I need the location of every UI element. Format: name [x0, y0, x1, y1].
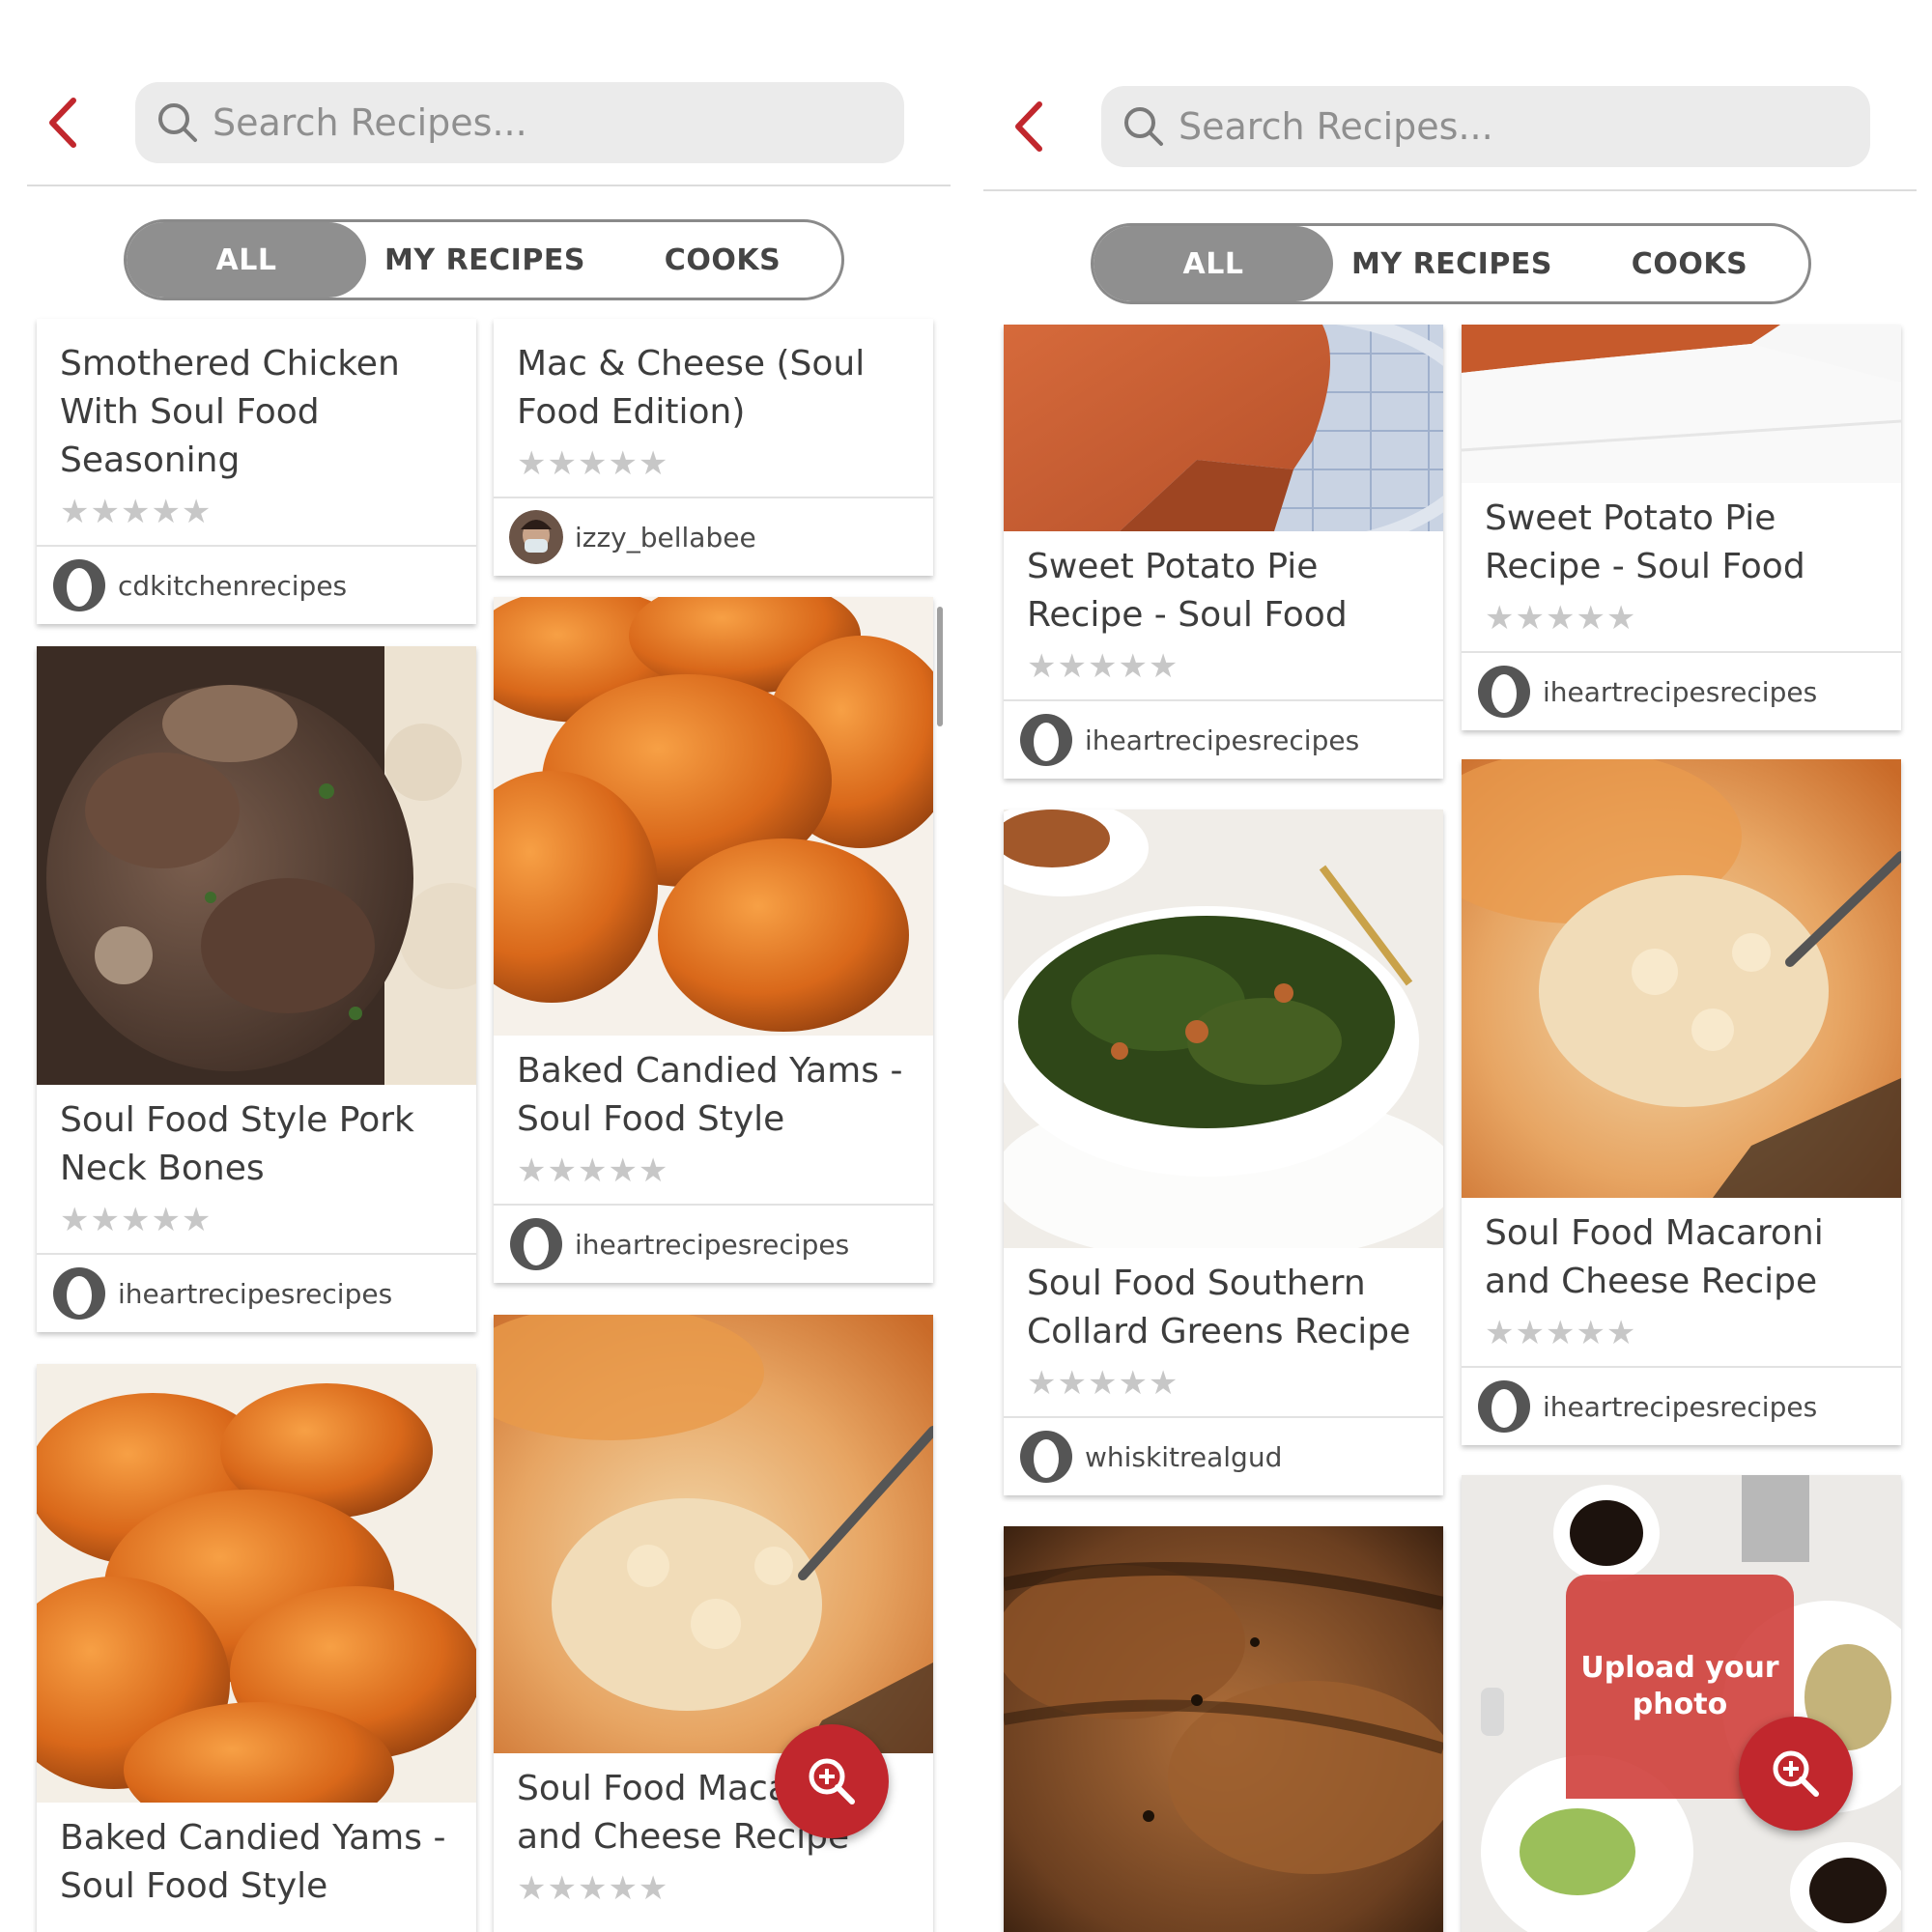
- upload-photo-label: Upload your photo: [1580, 1651, 1779, 1721]
- header-divider: [983, 189, 1917, 191]
- rating-stars: ★★★★★: [1485, 1315, 1637, 1351]
- rating-stars: ★★★★★: [1027, 1365, 1179, 1402]
- author-row[interactable]: izzy_bellabee: [494, 497, 933, 576]
- author-row[interactable]: iheartrecipesrecipes: [1462, 1366, 1901, 1445]
- tab-all[interactable]: ALL: [127, 222, 366, 298]
- zoom-fab-button[interactable]: [775, 1724, 889, 1838]
- recipe-card[interactable]: Mac & Cheese (Soul Food Edition) ★★★★★ i…: [494, 319, 933, 576]
- rating-stars: ★★★★★: [517, 445, 669, 482]
- author-row[interactable]: iheartrecipesrecipes: [494, 1204, 933, 1283]
- search-input[interactable]: [213, 101, 792, 144]
- recipe-card[interactable]: Sweet Potato Pie Recipe - Soul Food ★★★★…: [1004, 325, 1443, 779]
- rating-stars: ★★★★★: [517, 1870, 669, 1907]
- avatar-icon: [1019, 1430, 1073, 1484]
- back-button[interactable]: [1005, 93, 1053, 160]
- tab-all[interactable]: ALL: [1094, 226, 1333, 301]
- zoom-in-icon: [809, 1758, 855, 1804]
- avatar-icon: [1477, 665, 1531, 719]
- zoom-fab-button[interactable]: [1739, 1717, 1853, 1831]
- recipe-card[interactable]: [1004, 1526, 1443, 1932]
- recipe-title: Mac & Cheese (Soul Food Edition): [517, 344, 866, 432]
- recipe-title: Soul Food Macaroni and Cheese Recipe: [1485, 1213, 1824, 1301]
- top-bar: [966, 0, 1932, 184]
- recipe-card[interactable]: Soul Food Style Pork Neck Bones ★★★★★ ih…: [37, 646, 476, 1332]
- author-name: iheartrecipesrecipes: [1085, 724, 1360, 756]
- recipe-photo: [1004, 810, 1443, 1248]
- recipe-card[interactable]: Soul Food Macaroni and Cheese Recipe ★★★…: [494, 1315, 933, 1932]
- author-name: iheartrecipesrecipes: [118, 1277, 393, 1310]
- rating-stars: ★★★★★: [60, 1202, 213, 1238]
- author-name: whiskitrealgud: [1085, 1440, 1283, 1473]
- recipe-photo: [1004, 325, 1443, 531]
- right-screen: ALL MY RECIPES COOKS Sweet Potato Pie Re…: [966, 0, 1932, 1932]
- avatar-icon: [1477, 1379, 1531, 1434]
- recipe-title: Baked Candied Yams - Soul Food Style: [60, 1818, 446, 1906]
- author-name: iheartrecipesrecipes: [1543, 1390, 1818, 1423]
- recipe-card[interactable]: Soul Food Southern Collard Greens Recipe…: [1004, 810, 1443, 1495]
- recipe-photo: [1004, 1526, 1443, 1932]
- author-row[interactable]: iheartrecipesrecipes: [1462, 651, 1901, 730]
- rating-stars: ★★★★★: [1485, 600, 1637, 637]
- recipe-title: Sweet Potato Pie Recipe - Soul Food: [1485, 498, 1805, 586]
- scrollbar[interactable]: [937, 607, 943, 726]
- recipe-title: Baked Candied Yams - Soul Food Style: [517, 1051, 903, 1139]
- search-bar[interactable]: [135, 82, 904, 163]
- recipe-title: Soul Food Southern Collard Greens Recipe: [1027, 1264, 1411, 1351]
- recipe-photo: [37, 1364, 476, 1803]
- avatar-icon: [52, 558, 106, 612]
- upload-photo-card[interactable]: Upload your photo: [1462, 1475, 1901, 1932]
- recipe-title: Smothered Chicken With Soul Food Seasoni…: [60, 344, 400, 480]
- author-name: iheartrecipesrecipes: [1543, 675, 1818, 708]
- search-icon: [158, 103, 197, 142]
- back-button[interactable]: [39, 89, 87, 156]
- recipe-photo: [494, 1315, 933, 1753]
- avatar-icon: [509, 1217, 563, 1271]
- recipe-photo: [1462, 325, 1901, 483]
- rating-stars: ★★★★★: [60, 494, 213, 530]
- recipe-photo: [494, 597, 933, 1036]
- tab-my-recipes[interactable]: MY RECIPES: [366, 222, 604, 298]
- recipe-card[interactable]: Baked Candied Yams - Soul Food Style: [37, 1364, 476, 1932]
- author-row[interactable]: cdkitchenrecipes: [37, 545, 476, 624]
- search-icon: [1124, 107, 1163, 146]
- author-name: cdkitchenrecipes: [118, 569, 348, 602]
- author-row[interactable]: whiskitrealgud: [1004, 1416, 1443, 1495]
- tab-my-recipes[interactable]: MY RECIPES: [1333, 226, 1571, 301]
- recipe-card[interactable]: Smothered Chicken With Soul Food Seasoni…: [37, 319, 476, 624]
- search-bar[interactable]: [1101, 86, 1870, 167]
- author-row[interactable]: iheartrecipesrecipes: [1004, 699, 1443, 779]
- rating-stars: ★★★★★: [1027, 648, 1179, 685]
- rating-stars: ★★★★★: [517, 1152, 669, 1189]
- avatar-icon: [509, 510, 563, 564]
- top-bar: [0, 0, 966, 184]
- author-row[interactable]: iheartrecipesrecipes: [37, 1253, 476, 1332]
- recipe-card[interactable]: Soul Food Macaroni and Cheese Recipe ★★★…: [1462, 759, 1901, 1445]
- header-divider: [27, 185, 951, 186]
- recipe-card[interactable]: Baked Candied Yams - Soul Food Style ★★★…: [494, 597, 933, 1283]
- zoom-in-icon: [1773, 1750, 1819, 1797]
- filter-segmented-control: ALL MY RECIPES COOKS: [124, 219, 844, 300]
- recipe-photo: [1462, 759, 1901, 1198]
- search-input[interactable]: [1179, 105, 1758, 148]
- tab-cooks[interactable]: COOKS: [604, 222, 841, 298]
- recipe-title: Soul Food Style Pork Neck Bones: [60, 1100, 414, 1188]
- left-screen: ALL MY RECIPES COOKS Smothered Chicken W…: [0, 0, 966, 1932]
- chevron-left-icon: [49, 98, 76, 148]
- tab-cooks[interactable]: COOKS: [1571, 226, 1808, 301]
- chevron-left-icon: [1015, 101, 1042, 152]
- filter-segmented-control: ALL MY RECIPES COOKS: [1091, 223, 1811, 304]
- avatar-icon: [1019, 713, 1073, 767]
- recipe-card[interactable]: Sweet Potato Pie Recipe - Soul Food ★★★★…: [1462, 325, 1901, 730]
- author-name: iheartrecipesrecipes: [575, 1228, 850, 1261]
- avatar-icon: [52, 1266, 106, 1321]
- recipe-photo: [37, 646, 476, 1085]
- recipe-title: Sweet Potato Pie Recipe - Soul Food: [1027, 547, 1348, 635]
- author-name: izzy_bellabee: [575, 521, 756, 554]
